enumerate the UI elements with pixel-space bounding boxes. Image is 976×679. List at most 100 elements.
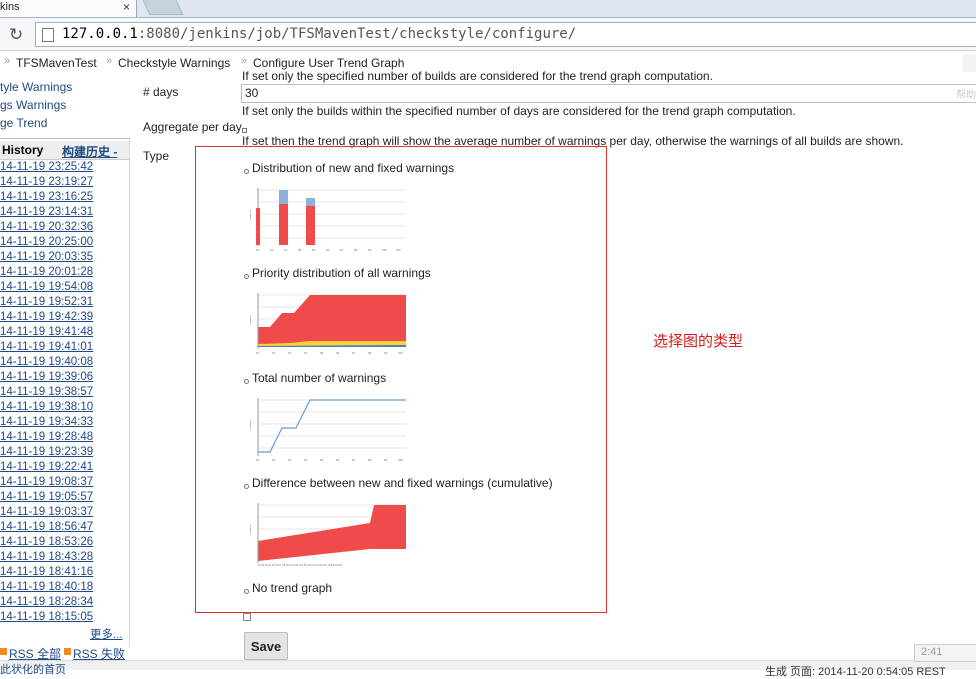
history-row[interactable]: 14-11-19 19:40:08 (0, 356, 93, 368)
svg-text:#7: #7 (340, 248, 344, 252)
history-row[interactable]: 14-11-19 19:05:57 (0, 491, 93, 503)
days-label: # days (143, 85, 179, 99)
svg-text:count: count (250, 209, 252, 220)
rss-icon (64, 648, 71, 655)
history-row[interactable]: 14-11-19 18:40:18 (0, 581, 93, 593)
svg-text:#9: #9 (384, 351, 388, 355)
history-row[interactable]: 14-11-19 23:16:25 (0, 191, 93, 203)
help-icon[interactable]: 帮助 (956, 86, 976, 101)
history-row[interactable]: 14-11-19 20:03:35 (0, 251, 93, 263)
close-icon[interactable]: × (123, 0, 130, 14)
svg-text:#11: #11 (396, 248, 401, 252)
chart-new-fixed: count #1 #2 #3 #4 #5 #6 #7 #8 #9 #10 #11 (250, 188, 406, 252)
builds-help-text: If set only the specified number of buil… (242, 69, 713, 83)
tab-bar: kins × (0, 0, 976, 18)
history-row[interactable]: 14-11-19 20:01:28 (0, 266, 93, 278)
svg-text:#3: #3 (288, 458, 292, 462)
history-row[interactable]: 14-11-19 18:15:05 (0, 611, 93, 623)
breadcrumb-job[interactable]: TFSMavenTest (16, 56, 97, 70)
svg-text:#4: #4 (298, 248, 302, 252)
history-row[interactable]: 14-11-19 19:23:39 (0, 446, 93, 458)
option-new-fixed[interactable]: Distribution of new and fixed warnings (252, 161, 454, 175)
history-row[interactable]: 14-11-19 23:19:27 (0, 176, 93, 188)
svg-text:#3: #3 (284, 248, 288, 252)
option-total[interactable]: Total number of warnings (252, 371, 386, 385)
breadcrumb-separator: » (4, 55, 11, 67)
history-row[interactable]: 14-11-19 19:39:06 (0, 371, 93, 383)
svg-text:#5: #5 (312, 248, 316, 252)
aggregate-checkbox[interactable] (242, 128, 247, 133)
history-row[interactable]: 14-11-19 23:14:31 (0, 206, 93, 218)
svg-text:#8: #8 (368, 458, 372, 462)
footer-left-link[interactable]: 此状化的首页 (0, 661, 66, 677)
url-text: 127.0.0.1:8080/jenkins/job/TFSMavenTest/… (62, 26, 577, 42)
chart-difference: count #1 #2 #3 #4 #5 #6 #7 #8 #9 #10 #11… (250, 503, 406, 567)
history-row[interactable]: 14-11-19 20:32:36 (0, 221, 93, 233)
option-difference[interactable]: Difference between new and fixed warning… (252, 476, 553, 490)
history-row[interactable]: 14-11-19 19:52:31 (0, 296, 93, 308)
chart-total: count #1 #2 #3 #4 #5 #6 #7 #8 #9 #10 (250, 398, 406, 462)
history-row[interactable]: 14-11-19 19:41:01 (0, 341, 93, 353)
breadcrumb-configure[interactable]: Configure User Trend Graph (253, 56, 404, 70)
svg-text:count: count (250, 524, 252, 535)
history-row[interactable]: 14-11-19 20:25:00 (0, 236, 93, 248)
sidebar-item-change-trend[interactable]: ge Trend (0, 116, 47, 130)
radio-new-fixed[interactable] (244, 169, 249, 174)
option-none[interactable]: No trend graph (252, 581, 332, 595)
history-row[interactable]: 14-11-19 19:42:39 (0, 311, 93, 323)
sidebar-item-checkstyle-warnings[interactable]: tyle Warnings (0, 80, 72, 94)
build-history-cn-link[interactable]: 构建历史 - (62, 143, 117, 160)
svg-text:#2: #2 (272, 351, 276, 355)
svg-text:#1: #1 (256, 248, 260, 252)
svg-text:#10: #10 (382, 248, 387, 252)
history-row[interactable]: 14-11-19 19:28:48 (0, 431, 93, 443)
sidebar-item-findbugs-warnings[interactable]: gs Warnings (0, 98, 66, 112)
svg-text:#5: #5 (320, 458, 324, 462)
scrollbar[interactable] (963, 54, 976, 72)
history-row[interactable]: 14-11-19 19:08:37 (0, 476, 93, 488)
address-bar: ↻ 127.0.0.1:8080/jenkins/job/TFSMavenTes… (0, 18, 976, 51)
days-help-text: If set only the builds within the specif… (242, 104, 796, 118)
breadcrumb-separator: » (241, 55, 248, 67)
reload-icon[interactable]: ↻ (9, 25, 23, 45)
tab-title: kins (0, 1, 20, 13)
chart-priority: count #1 #2 #3 #4 #5 #6 #7 #8 #9 #10 (250, 293, 406, 355)
radio-total[interactable] (244, 379, 249, 384)
checkbox[interactable] (243, 613, 251, 621)
browser-tab[interactable]: kins × (0, 0, 137, 17)
svg-text:#4: #4 (304, 458, 308, 462)
history-row[interactable]: 14-11-19 19:38:10 (0, 401, 93, 413)
history-row[interactable]: 14-11-19 19:22:41 (0, 461, 93, 473)
build-history-title: History (2, 143, 44, 157)
svg-text:#9: #9 (368, 248, 372, 252)
more-link[interactable]: 更多... (90, 626, 123, 642)
svg-text:#5: #5 (320, 351, 324, 355)
new-tab-button[interactable] (142, 0, 184, 15)
history-row[interactable]: 14-11-19 19:41:48 (0, 326, 93, 338)
svg-text:#6: #6 (326, 248, 330, 252)
rss-icon (0, 648, 7, 655)
history-row[interactable]: 14-11-19 19:54:08 (0, 281, 93, 293)
option-priority[interactable]: Priority distribution of all warnings (252, 266, 431, 280)
history-row[interactable]: 14-11-19 18:41:16 (0, 566, 93, 578)
history-row[interactable]: 14-11-19 19:03:37 (0, 506, 93, 518)
url-field[interactable]: 127.0.0.1:8080/jenkins/job/TFSMavenTest/… (35, 22, 976, 47)
breadcrumb-checkstyle[interactable]: Checkstyle Warnings (118, 56, 230, 70)
radio-difference[interactable] (244, 484, 249, 489)
history-row[interactable]: 14-11-19 23:25:42 (0, 161, 93, 173)
page-icon (42, 28, 54, 42)
history-row[interactable]: 14-11-19 18:56:47 (0, 521, 93, 533)
save-button[interactable]: Save (244, 632, 288, 660)
history-row[interactable]: 14-11-19 19:34:33 (0, 416, 93, 428)
svg-text:#2: #2 (272, 458, 276, 462)
history-row[interactable]: 14-11-19 18:53:26 (0, 536, 93, 548)
history-row[interactable]: 14-11-19 18:43:28 (0, 551, 93, 563)
days-input[interactable]: 30 (241, 84, 976, 103)
aggregate-label: Aggregate per day (143, 120, 242, 134)
radio-none[interactable] (244, 589, 249, 594)
type-label: Type (143, 149, 170, 163)
history-row[interactable]: 14-11-19 19:38:57 (0, 386, 93, 398)
build-history: History 构建历史 - 14-11-19 23:25:42 14-11-19… (0, 138, 130, 647)
radio-priority[interactable] (244, 274, 249, 279)
history-row[interactable]: 14-11-19 18:28:34 (0, 596, 93, 608)
